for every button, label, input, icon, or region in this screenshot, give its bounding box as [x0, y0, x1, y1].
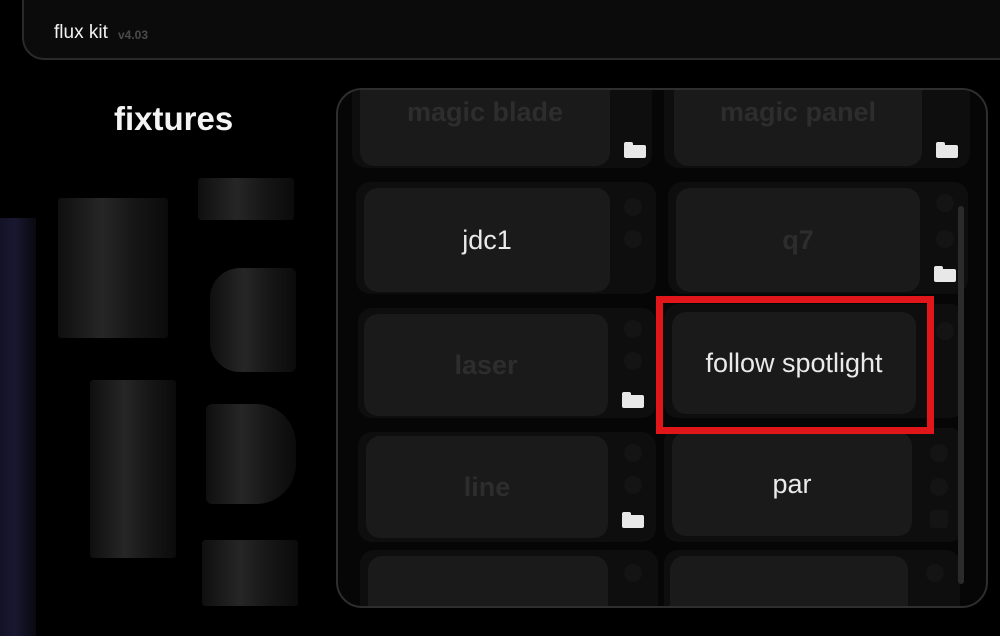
calendar-icon [930, 510, 948, 528]
clock-icon [930, 444, 948, 462]
user-icon [624, 230, 642, 248]
user-icon [936, 230, 954, 248]
fixture-thumbnail[interactable] [206, 404, 296, 508]
folder-icon[interactable] [936, 142, 958, 158]
clock-icon [624, 564, 642, 582]
fixture-card-magic-panel[interactable]: magic panel [674, 90, 922, 166]
fixture-card-partial[interactable] [670, 556, 908, 606]
fixture-card-par[interactable]: par [672, 432, 912, 536]
fixture-card-laser[interactable]: laser [364, 314, 608, 416]
fixture-card-jdc1[interactable]: jdc1 [364, 188, 610, 292]
fixture-thumbnail[interactable] [202, 540, 298, 606]
fixture-card-q7[interactable]: q7 [676, 188, 920, 292]
fixture-silhouette [198, 178, 294, 220]
fixture-silhouette [206, 404, 296, 504]
clock-icon [926, 564, 944, 582]
section-title: fixtures [114, 100, 234, 137]
fixture-silhouette [90, 380, 176, 558]
fixture-silhouette [58, 198, 168, 338]
user-icon [624, 476, 642, 494]
clock-icon [936, 322, 954, 340]
clock-icon [624, 320, 642, 338]
app-version: v4.03 [118, 28, 149, 42]
edge-strip [0, 218, 36, 636]
fixture-thumbnail[interactable] [198, 178, 294, 222]
app-header [22, 0, 1000, 60]
fixture-thumbnail[interactable] [210, 268, 296, 374]
folder-icon[interactable] [624, 142, 646, 158]
folder-icon[interactable] [934, 266, 956, 282]
selection-highlight [656, 296, 934, 434]
fixture-silhouette [202, 540, 298, 606]
user-icon [930, 478, 948, 496]
fixture-card-partial[interactable] [368, 556, 608, 606]
panel-scrollbar[interactable] [958, 206, 964, 584]
clock-icon [624, 198, 642, 216]
fixture-silhouette [210, 268, 296, 372]
folder-icon[interactable] [622, 512, 644, 528]
fixture-card-line[interactable]: line [366, 436, 608, 538]
folder-icon[interactable] [622, 392, 644, 408]
fixture-card-magic-blade[interactable]: magic blade [360, 90, 610, 166]
user-icon [624, 352, 642, 370]
clock-icon [624, 444, 642, 462]
clock-icon [936, 194, 954, 212]
fixture-thumbnail[interactable] [58, 190, 168, 350]
app-title: flux kit [54, 22, 108, 43]
fixture-thumbnail[interactable] [90, 380, 176, 560]
